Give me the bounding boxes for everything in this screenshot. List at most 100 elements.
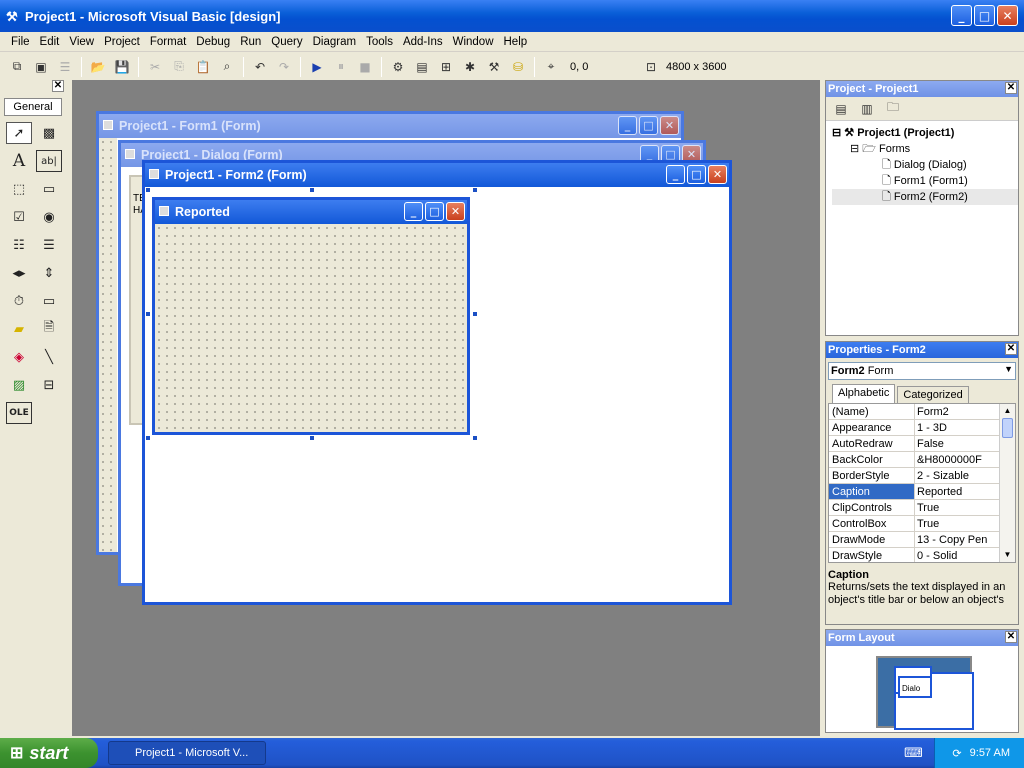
copy-icon[interactable]: ⎘ xyxy=(168,56,190,78)
maximize-button[interactable]: □ xyxy=(974,5,995,26)
find-icon[interactable]: ⌕ xyxy=(216,56,238,78)
menu-editor-icon[interactable]: ☰ xyxy=(54,56,76,78)
break-icon[interactable]: ⏸ xyxy=(330,56,352,78)
ole-tool-icon[interactable]: OLE xyxy=(6,402,32,424)
menu-query[interactable]: Query xyxy=(266,36,307,48)
shape-tool-icon[interactable]: ◈ xyxy=(6,346,32,368)
designed-form-reported[interactable]: Reported _ □ ✕ xyxy=(152,197,470,435)
menu-format[interactable]: Format xyxy=(145,36,191,48)
property-value[interactable]: Form2 xyxy=(915,404,1001,419)
cut-icon[interactable]: ✂ xyxy=(144,56,166,78)
menu-view[interactable]: View xyxy=(64,36,99,48)
property-row[interactable]: Appearance 1 - 3D xyxy=(829,420,1001,436)
resize-handle-sw[interactable] xyxy=(145,435,151,441)
tree-item-form1[interactable]: 🗋 Form1 (Form1) xyxy=(832,173,1018,189)
menu-debug[interactable]: Debug xyxy=(191,36,235,48)
toolbox-icon[interactable]: ⚒ xyxy=(483,56,505,78)
form2-minimize-icon[interactable]: _ xyxy=(666,165,685,184)
property-row[interactable]: ClipControls True xyxy=(829,500,1001,516)
resize-handle-e[interactable] xyxy=(472,311,478,317)
property-value[interactable]: 1 - 3D xyxy=(915,420,1001,435)
form-layout-close-icon[interactable]: ✕ xyxy=(1005,631,1017,643)
menu-project[interactable]: Project xyxy=(99,36,145,48)
pointer-tool-icon[interactable]: ➚ xyxy=(6,122,32,144)
tree-item-form2[interactable]: 🗋 Form2 (Form2) xyxy=(832,189,1018,205)
form1-maximize-icon[interactable]: □ xyxy=(639,116,658,135)
project-explorer-close-icon[interactable]: ✕ xyxy=(1005,82,1017,94)
menu-diagram[interactable]: Diagram xyxy=(308,36,361,48)
tree-project-root[interactable]: ⊟ ⚒ Project1 (Project1) xyxy=(832,125,1018,141)
run-start-icon[interactable]: ▶ xyxy=(306,56,328,78)
commandbutton-tool-icon[interactable]: ▭ xyxy=(36,178,62,200)
property-row[interactable]: ControlBox True xyxy=(829,516,1001,532)
form-layout-icon[interactable]: ⊞ xyxy=(435,56,457,78)
line-tool-icon[interactable]: ╲ xyxy=(36,346,62,368)
property-value[interactable]: False xyxy=(915,436,1001,451)
tree-forms-folder[interactable]: ⊟ 🗁 Forms xyxy=(832,141,1018,157)
resize-handle-nw[interactable] xyxy=(145,187,151,193)
property-value[interactable]: Reported xyxy=(915,484,1001,499)
drivelistbox-tool-icon[interactable]: ▭ xyxy=(36,290,62,312)
menu-run[interactable]: Run xyxy=(235,36,266,48)
network-tray-icon[interactable]: ⟳ xyxy=(952,747,961,760)
paste-icon[interactable]: 📋 xyxy=(192,56,214,78)
main-title-bar[interactable]: ⚒ Project1 - Microsoft Visual Basic [des… xyxy=(0,0,1024,32)
menu-edit[interactable]: Edit xyxy=(35,36,65,48)
checkbox-tool-icon[interactable]: ☑ xyxy=(6,206,32,228)
tab-categorized[interactable]: Categorized xyxy=(897,386,969,403)
reported-minimize-icon[interactable]: _ xyxy=(404,202,423,221)
view-object-icon[interactable]: ▥ xyxy=(856,98,878,120)
resize-handle-s[interactable] xyxy=(309,435,315,441)
property-grid-scrollbar[interactable]: ▲ ▼ xyxy=(999,404,1015,562)
properties-close-icon[interactable]: ✕ xyxy=(1005,343,1017,355)
reported-design-grid[interactable] xyxy=(155,224,467,432)
form1-canvas[interactable] xyxy=(99,138,117,552)
property-value[interactable]: 0 - Solid xyxy=(915,548,1001,562)
property-value[interactable]: True xyxy=(915,516,1001,531)
undo-icon[interactable]: ↶ xyxy=(249,56,271,78)
timer-tool-icon[interactable]: ⏱ xyxy=(6,290,32,312)
tree-item-dialog[interactable]: 🗋 Dialog (Dialog) xyxy=(832,157,1018,173)
dirlistbox-tool-icon[interactable]: ▰ xyxy=(6,318,32,340)
property-row[interactable]: BackColor &H8000000F xyxy=(829,452,1001,468)
property-value[interactable]: True xyxy=(915,500,1001,515)
menu-file[interactable]: File xyxy=(6,36,35,48)
layout-dialog-preview[interactable]: Dialo xyxy=(898,676,932,698)
form1-minimize-icon[interactable]: _ xyxy=(618,116,637,135)
add-form-icon[interactable]: ▣ xyxy=(30,56,52,78)
reported-title-bar[interactable]: Reported _ □ ✕ xyxy=(155,200,467,224)
menu-tools[interactable]: Tools xyxy=(361,36,398,48)
start-button[interactable]: ⊞ start xyxy=(0,738,98,768)
keyboard-tray-icon[interactable]: ⌨ xyxy=(904,745,923,761)
data-view-icon[interactable]: ⛁ xyxy=(507,56,529,78)
resize-handle-n[interactable] xyxy=(309,187,315,193)
toolbox-general-tab[interactable]: General xyxy=(4,98,62,116)
open-project-icon[interactable]: 📂 xyxy=(87,56,109,78)
property-row[interactable]: DrawMode 13 - Copy Pen xyxy=(829,532,1001,548)
hscrollbar-tool-icon[interactable]: ◂▸ xyxy=(6,262,32,284)
form1-close-icon[interactable]: ✕ xyxy=(660,116,679,135)
object-browser-icon[interactable]: ✱ xyxy=(459,56,481,78)
property-value[interactable]: &H8000000F xyxy=(915,452,1001,467)
redo-icon[interactable]: ↷ xyxy=(273,56,295,78)
vscrollbar-tool-icon[interactable]: ⇕ xyxy=(36,262,62,284)
close-button[interactable]: ✕ xyxy=(997,5,1018,26)
data-tool-icon[interactable]: ⊟ xyxy=(36,374,62,396)
minimize-button[interactable]: _ xyxy=(951,5,972,26)
tab-alphabetic[interactable]: Alphabetic xyxy=(832,384,896,403)
menu-help[interactable]: Help xyxy=(499,36,533,48)
resize-handle-se[interactable] xyxy=(472,435,478,441)
combobox-tool-icon[interactable]: ☷ xyxy=(6,234,32,256)
property-row[interactable]: (Name) Form2 xyxy=(829,404,1001,420)
resize-handle-ne[interactable] xyxy=(472,187,478,193)
resize-handle-w[interactable] xyxy=(145,311,151,317)
object-selector-dropdown[interactable]: Form2 Form ▼ xyxy=(828,362,1016,380)
form1-title-bar[interactable]: Project1 - Form1 (Form) _ □ ✕ xyxy=(99,114,681,138)
end-icon[interactable]: ■ xyxy=(354,56,376,78)
label-tool-icon[interactable]: A xyxy=(6,150,32,172)
optionbutton-tool-icon[interactable]: ◉ xyxy=(36,206,62,228)
picturebox-tool-icon[interactable]: ▩ xyxy=(36,122,62,144)
form2-maximize-icon[interactable]: □ xyxy=(687,165,706,184)
property-row[interactable]: Caption Reported xyxy=(829,484,1001,500)
view-code-icon[interactable]: ▤ xyxy=(830,98,852,120)
